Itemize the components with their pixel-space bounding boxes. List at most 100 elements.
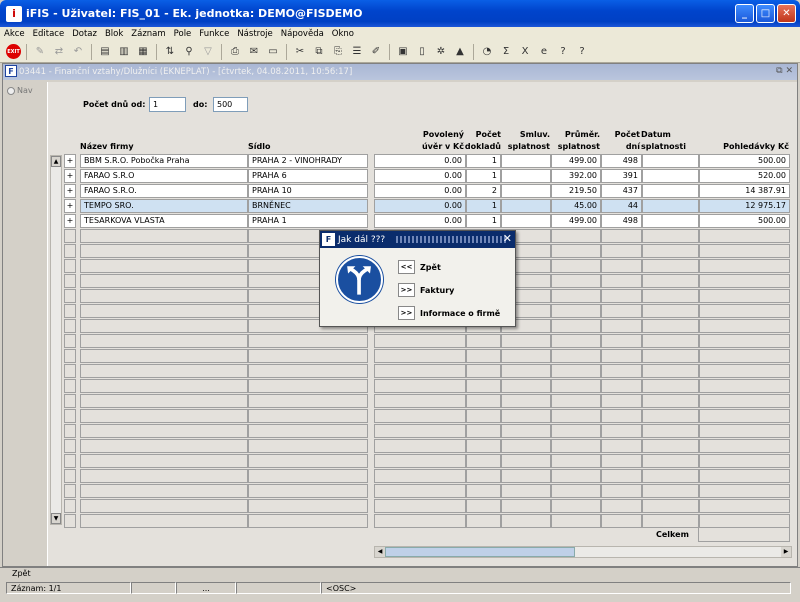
menu-pole[interactable]: Pole <box>174 29 192 39</box>
empty-row-marker[interactable] <box>64 409 76 423</box>
empty-cell[interactable] <box>642 349 699 363</box>
cell-contract[interactable] <box>501 184 551 198</box>
exit-icon[interactable]: EXIT <box>6 44 21 59</box>
empty-row-marker[interactable] <box>64 514 76 528</box>
empty-row-marker[interactable] <box>64 274 76 288</box>
cell-contract[interactable] <box>501 169 551 183</box>
empty-cell[interactable] <box>642 364 699 378</box>
cell-contract[interactable] <box>501 154 551 168</box>
empty-row-marker[interactable] <box>64 424 76 438</box>
empty-cell[interactable] <box>601 424 642 438</box>
empty-cell[interactable] <box>374 499 466 513</box>
email-icon[interactable]: ✉ <box>246 44 262 60</box>
empty-cell[interactable] <box>551 289 601 303</box>
empty-cell[interactable] <box>80 259 248 273</box>
help-icon[interactable]: ? <box>555 44 571 60</box>
cut-icon[interactable]: ✂ <box>292 44 308 60</box>
cell-docs[interactable]: 1 <box>466 169 501 183</box>
empty-row-marker[interactable] <box>64 289 76 303</box>
cell-days[interactable]: 437 <box>601 184 642 198</box>
empty-cell[interactable] <box>642 424 699 438</box>
empty-cell[interactable] <box>699 439 790 453</box>
empty-cell[interactable] <box>699 259 790 273</box>
dialog-option-back[interactable]: << Zpět <box>398 260 441 274</box>
cell-days[interactable]: 44 <box>601 199 642 213</box>
empty-cell[interactable] <box>374 334 466 348</box>
empty-cell[interactable] <box>248 439 368 453</box>
empty-cell[interactable] <box>466 349 501 363</box>
empty-cell[interactable] <box>248 409 368 423</box>
preview-icon[interactable]: ▭ <box>265 44 281 60</box>
empty-row-marker[interactable] <box>64 499 76 513</box>
empty-cell[interactable] <box>642 334 699 348</box>
cell-avg[interactable]: 219.50 <box>551 184 601 198</box>
empty-cell[interactable] <box>374 484 466 498</box>
cell-days[interactable]: 391 <box>601 169 642 183</box>
empty-row-marker[interactable] <box>64 454 76 468</box>
empty-row-marker[interactable] <box>64 469 76 483</box>
empty-cell[interactable] <box>699 229 790 243</box>
invoices-button[interactable]: >> <box>398 283 415 297</box>
empty-cell[interactable] <box>551 379 601 393</box>
empty-cell[interactable] <box>374 349 466 363</box>
invoices-label[interactable]: Faktury <box>420 286 454 295</box>
empty-cell[interactable] <box>80 439 248 453</box>
empty-cell[interactable] <box>601 514 642 528</box>
empty-cell[interactable] <box>642 304 699 318</box>
empty-cell[interactable] <box>601 349 642 363</box>
edit-icon[interactable]: ✐ <box>368 44 384 60</box>
empty-cell[interactable] <box>374 424 466 438</box>
empty-cell[interactable] <box>601 319 642 333</box>
empty-cell[interactable] <box>642 499 699 513</box>
empty-cell[interactable] <box>699 499 790 513</box>
cell-due[interactable] <box>642 169 699 183</box>
empty-cell[interactable] <box>551 439 601 453</box>
empty-cell[interactable] <box>466 484 501 498</box>
menu-blok[interactable]: Blok <box>105 29 123 39</box>
empty-cell[interactable] <box>642 289 699 303</box>
cell-avg[interactable]: 499.00 <box>551 214 601 228</box>
vertical-scrollbar[interactable]: ▲ ▼ <box>50 155 62 525</box>
scroll-thumb[interactable] <box>385 547 575 557</box>
row-marker[interactable]: + <box>64 154 76 168</box>
empty-cell[interactable] <box>80 364 248 378</box>
empty-cell[interactable] <box>248 364 368 378</box>
empty-cell[interactable] <box>501 334 551 348</box>
empty-cell[interactable] <box>248 454 368 468</box>
empty-cell[interactable] <box>248 334 368 348</box>
empty-cell[interactable] <box>601 334 642 348</box>
excel-icon[interactable]: X <box>517 44 533 60</box>
cell-credit[interactable]: 0.00 <box>374 169 466 183</box>
print-icon[interactable]: ⎙ <box>227 44 243 60</box>
empty-cell[interactable] <box>248 394 368 408</box>
cell-receivables[interactable]: 500.00 <box>699 154 790 168</box>
empty-cell[interactable] <box>601 244 642 258</box>
days-from-input[interactable]: 1 <box>149 97 186 112</box>
back-label[interactable]: Zpět <box>420 263 441 272</box>
copy-icon[interactable]: ⧉ <box>311 44 327 60</box>
empty-cell[interactable] <box>551 454 601 468</box>
sum-icon[interactable]: Σ <box>498 44 514 60</box>
empty-cell[interactable] <box>80 469 248 483</box>
empty-cell[interactable] <box>699 514 790 528</box>
empty-cell[interactable] <box>501 484 551 498</box>
empty-cell[interactable] <box>80 379 248 393</box>
empty-cell[interactable] <box>551 319 601 333</box>
empty-cell[interactable] <box>601 484 642 498</box>
empty-cell[interactable] <box>374 379 466 393</box>
empty-cell[interactable] <box>699 424 790 438</box>
empty-cell[interactable] <box>80 244 248 258</box>
empty-cell[interactable] <box>466 424 501 438</box>
minimize-button[interactable]: _ <box>735 4 754 23</box>
empty-row-marker[interactable] <box>64 334 76 348</box>
empty-cell[interactable] <box>642 379 699 393</box>
cell-docs[interactable]: 1 <box>466 199 501 213</box>
empty-cell[interactable] <box>80 229 248 243</box>
cell-days[interactable]: 498 <box>601 154 642 168</box>
days-to-input[interactable]: 500 <box>213 97 248 112</box>
cell-seat[interactable]: PRAHA 6 <box>248 169 368 183</box>
menu-editace[interactable]: Editace <box>33 29 65 39</box>
empty-cell[interactable] <box>699 484 790 498</box>
cell-docs[interactable]: 2 <box>466 184 501 198</box>
company-info-label[interactable]: Informace o firmě <box>420 309 500 318</box>
